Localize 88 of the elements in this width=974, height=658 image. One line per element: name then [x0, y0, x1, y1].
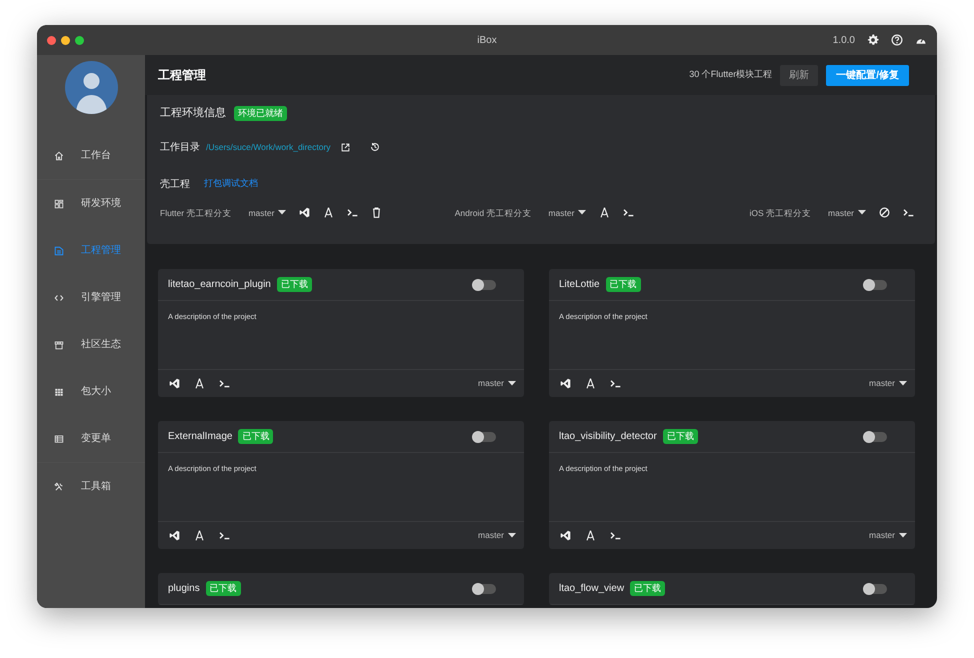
version-label: 1.0.0 — [832, 34, 855, 48]
branch-dropdown[interactable]: master — [478, 529, 516, 542]
toggle-switch[interactable] — [472, 432, 496, 442]
status-badge: 已下载 — [238, 428, 274, 444]
sidebar-item[interactable]: 研发环境 — [37, 180, 145, 227]
code-icon — [54, 292, 64, 302]
section-title: 工程环境信息 — [160, 106, 226, 121]
branch-dropdown[interactable]: master — [248, 206, 286, 220]
storefront-icon — [54, 340, 64, 350]
help-icon[interactable] — [891, 34, 903, 46]
terminal-icon[interactable] — [219, 378, 230, 389]
code-editor-icon[interactable] — [169, 378, 180, 389]
sidebar-item[interactable]: 社区生态 — [37, 321, 145, 368]
sidebar-item[interactable]: 工作台 — [37, 132, 145, 179]
home-icon — [54, 150, 64, 160]
branch-dropdown[interactable]: master — [828, 206, 866, 220]
branch-label: Android 壳工程分支 — [454, 206, 532, 220]
caret-icon — [858, 210, 866, 216]
zoom-button[interactable] — [75, 36, 84, 44]
project-name: LiteLottie — [559, 278, 600, 292]
settings-icon[interactable] — [867, 34, 879, 46]
terminal-icon[interactable] — [903, 207, 914, 218]
terminal-icon[interactable] — [623, 207, 634, 218]
caret-icon — [508, 533, 516, 538]
list-icon — [54, 434, 64, 444]
status-badge: 环境已就绪 — [234, 106, 287, 121]
caret-icon — [278, 210, 286, 216]
project-name: plugins — [168, 582, 200, 596]
status-badge: 已下载 — [276, 276, 312, 292]
external-link-icon[interactable] — [340, 142, 350, 152]
toggle-switch[interactable] — [863, 584, 887, 594]
sidebar-item[interactable]: 变更单 — [37, 415, 145, 462]
field-label: 工作目录 — [160, 140, 200, 154]
project-name: ltao_flow_view — [559, 582, 624, 596]
status-badge: 已下载 — [606, 276, 641, 292]
project-count: 30 个Flutter模块工程 — [689, 68, 772, 82]
apps-icon — [54, 386, 64, 396]
status-badge: 已下载 — [206, 580, 241, 596]
code-editor-icon[interactable] — [560, 530, 571, 541]
branch-label: Flutter 壳工程分支 — [160, 206, 232, 220]
status-badge: 已下载 — [662, 428, 698, 444]
branch-dropdown[interactable]: master — [478, 377, 516, 390]
status-badge: 已下载 — [630, 580, 666, 596]
drafting-compass-icon[interactable] — [585, 378, 596, 389]
sidebar-item[interactable]: 工具箱 — [37, 463, 145, 510]
drafting-compass-icon[interactable] — [194, 378, 205, 389]
toggle-switch[interactable] — [472, 584, 496, 594]
close-button[interactable] — [47, 36, 56, 44]
page-title: 工程管理 — [158, 68, 206, 82]
tools-icon — [54, 482, 64, 492]
sidebar-item[interactable]: 包大小 — [37, 368, 145, 415]
caret-icon — [899, 381, 907, 386]
refresh-button[interactable]: 刷新 — [780, 64, 818, 86]
grid-icon — [54, 198, 64, 208]
caret-icon — [899, 533, 907, 538]
toggle-switch[interactable] — [863, 432, 887, 442]
drafting-compass-icon[interactable] — [599, 207, 610, 218]
branch-dropdown[interactable]: master — [869, 377, 907, 390]
branch-dropdown[interactable]: master — [869, 529, 907, 542]
caret-icon — [508, 381, 516, 386]
branch-label: iOS 壳工程分支 — [750, 206, 812, 220]
code-editor-icon[interactable] — [560, 378, 571, 389]
trash-icon[interactable] — [371, 207, 382, 218]
project-name: ExternalImage — [168, 430, 232, 444]
terminal-icon[interactable] — [610, 378, 621, 389]
directory-link[interactable]: /Users/suce/Work/work_directory — [206, 140, 331, 154]
project-name: litetao_earncoin_plugin — [168, 278, 271, 292]
project-name: ltao_visibility_detector — [559, 430, 657, 444]
sidebar-item[interactable]: 引擎管理 — [37, 274, 145, 321]
terminal-icon[interactable] — [347, 207, 358, 218]
caret-icon — [578, 210, 586, 216]
code-editor-icon[interactable] — [299, 207, 310, 218]
terminal-icon[interactable] — [219, 530, 230, 541]
docs-link[interactable]: 打包调试文档 — [204, 177, 258, 191]
slashed-circle-icon[interactable] — [879, 207, 890, 218]
toggle-switch[interactable] — [863, 280, 887, 290]
window-title: iBox — [477, 34, 497, 46]
branch-dropdown[interactable]: master — [548, 206, 586, 220]
document-icon — [54, 246, 64, 256]
terminal-icon[interactable] — [610, 530, 621, 541]
drafting-compass-icon[interactable] — [585, 530, 596, 541]
field-label: 壳工程 — [160, 178, 190, 192]
code-editor-icon[interactable] — [169, 530, 180, 541]
minimize-button[interactable] — [61, 36, 70, 44]
drafting-compass-icon[interactable] — [194, 530, 205, 541]
drafting-compass-icon[interactable] — [323, 207, 334, 218]
toggle-switch[interactable] — [472, 280, 496, 290]
history-icon[interactable] — [370, 142, 380, 152]
